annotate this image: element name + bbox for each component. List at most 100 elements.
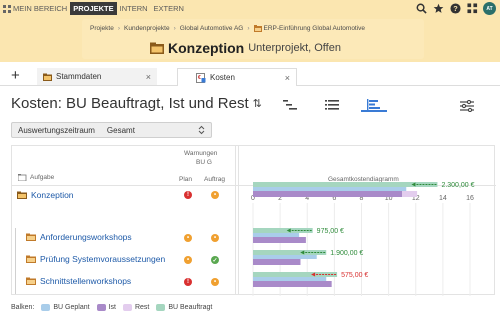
task-name-label: Anforderungsworkshops <box>40 232 132 242</box>
period-select-label: Auswertungszeitraum <box>18 125 95 135</box>
task-name[interactable]: Konzeption <box>17 190 74 200</box>
project-title-text: Konzeption <box>168 40 245 56</box>
view-gantt-button[interactable] <box>277 98 303 112</box>
list-view-icon <box>325 100 339 110</box>
col-task-header[interactable]: Aufgabe <box>18 174 54 181</box>
svg-text:?: ? <box>453 4 458 13</box>
view-bar-chart-button[interactable] <box>361 98 387 112</box>
auftrag-warning-icon: • <box>211 234 219 242</box>
tab-label: Stammdaten <box>56 72 102 81</box>
top-icons: ? AT <box>415 2 496 15</box>
breadcrumb-separator: › <box>117 25 121 32</box>
chart-unit-label: Tsd € <box>360 186 376 193</box>
legend-swatch <box>96 304 106 311</box>
task-name[interactable]: Anforderungsworkshops <box>26 232 132 242</box>
avatar[interactable]: AT <box>483 2 496 15</box>
report-title: Kosten: BU Beauftragt, Ist und Rest <box>11 95 249 112</box>
legend-label: BU Geplant <box>53 304 90 311</box>
folder-icon <box>43 73 52 81</box>
auftrag-warning-icon: • <box>211 191 219 199</box>
legend-swatch <box>156 304 166 311</box>
col-warnings-header: Warnungen <box>184 150 218 157</box>
plan-warning-icon: • <box>184 234 192 242</box>
folder-icon <box>17 191 27 199</box>
table-row[interactable]: Prüfung Systemvoraussetzungen • ✓ <box>12 250 235 272</box>
col-task-label: Aufgabe <box>30 174 55 181</box>
col-auftrag-header[interactable]: Auftrag <box>204 176 225 183</box>
view-list-button[interactable] <box>319 98 345 112</box>
table-row[interactable]: Schnittstellenworkshops ! • <box>12 272 235 294</box>
legend-item: BU Beauftragt <box>156 304 212 311</box>
column-divider <box>235 146 236 294</box>
tab-stammdaten[interactable]: Stammdaten × <box>37 68 157 85</box>
bar-chart-view-icon <box>367 98 380 110</box>
chart-legend: Balken: BU Geplant Ist Rest BU Beauftrag… <box>11 304 212 311</box>
svg-text:€: € <box>198 75 201 81</box>
breadcrumb-trail: Projekte › Kundenprojekte › Global Autom… <box>90 25 365 32</box>
plan-warning-icon: ! <box>184 278 192 286</box>
tab-label: Kosten <box>210 73 235 82</box>
legend-item: BU Geplant <box>41 304 90 311</box>
add-tab-button[interactable]: + <box>11 68 20 83</box>
breadcrumb-item[interactable]: Kundenprojekte <box>124 25 170 32</box>
breadcrumb-separator: › <box>173 25 176 32</box>
cost-report-icon: € <box>196 72 206 83</box>
breadcrumb-item[interactable]: Global Automotive AG <box>180 25 244 32</box>
close-icon[interactable]: × <box>285 73 290 83</box>
legend-item: Ist <box>96 304 116 311</box>
main-nav: MEIN BEREICH PROJEKTE INTERN EXTERN <box>0 0 187 17</box>
nav-label: MEIN BEREICH <box>13 4 68 13</box>
folder-open-icon <box>18 174 27 181</box>
legend-prefix: Balken: <box>11 304 35 311</box>
close-icon[interactable]: × <box>146 72 151 82</box>
tab-kosten[interactable]: € Kosten × <box>177 68 297 86</box>
nav-extern[interactable]: EXTERN <box>151 2 187 15</box>
gantt-view-icon <box>283 100 297 110</box>
settings-sliders-icon[interactable] <box>460 100 474 112</box>
task-name-label: Schnittstellenworkshops <box>40 276 132 286</box>
table-row[interactable]: Konzeption ! • <box>12 186 235 208</box>
nav-intern[interactable]: INTERN <box>117 2 151 15</box>
chevron-updown-icon <box>198 125 205 137</box>
nav-label: EXTERN <box>153 4 184 13</box>
task-name-label: Konzeption <box>31 190 74 200</box>
apps-icon[interactable] <box>466 3 478 15</box>
legend-swatch <box>41 304 51 311</box>
table-header: Warnungen BU G Aufgabe Plan Auftrag Gesa… <box>12 146 496 186</box>
breadcrumb-item[interactable]: Projekte <box>90 25 114 32</box>
nav-mein-bereich[interactable]: MEIN BEREICH <box>0 2 70 15</box>
task-icon <box>26 277 36 285</box>
task-icon <box>26 255 36 263</box>
col-bu-g-header: BU G <box>196 159 212 166</box>
sort-icon[interactable]: ⇅ <box>253 97 262 110</box>
plan-warning-icon: ! <box>184 191 192 199</box>
period-select[interactable]: Auswertungszeitraum Gesamt <box>11 122 212 138</box>
page-title: Konzeption Unterprojekt, Offen <box>150 40 341 56</box>
period-select-value: Gesamt <box>106 125 135 135</box>
task-name[interactable]: Prüfung Systemvoraussetzungen <box>26 254 165 264</box>
report-heading: Kosten: BU Beauftragt, Ist und Rest ⇅ <box>11 95 262 112</box>
col-plan-header[interactable]: Plan <box>179 176 192 183</box>
table-row[interactable]: Anforderungsworkshops • • <box>12 228 235 250</box>
task-name[interactable]: Schnittstellenworkshops <box>26 276 131 286</box>
view-switcher <box>277 98 387 112</box>
breadcrumb: Projekte › Kundenprojekte › Global Autom… <box>82 19 424 59</box>
auftrag-warning-icon: • <box>211 278 219 286</box>
project-subtitle: Unterprojekt, Offen <box>248 42 341 54</box>
breadcrumb-separator: › <box>247 25 250 32</box>
tree-line <box>15 272 16 294</box>
nav-label: PROJEKTE <box>73 4 114 13</box>
folder-icon <box>150 42 164 54</box>
help-icon[interactable]: ? <box>449 3 461 15</box>
tab-bar: + Stammdaten × € Kosten × <box>0 66 500 86</box>
star-icon[interactable] <box>432 3 444 15</box>
legend-label: Ist <box>108 304 116 311</box>
auftrag-ok-icon: ✓ <box>211 256 219 264</box>
breadcrumb-item-project[interactable]: ERP-Einführung Global Automotive <box>253 25 365 32</box>
search-icon[interactable] <box>415 3 427 15</box>
legend-item: Rest <box>122 304 150 311</box>
nav-projekte[interactable]: PROJEKTE <box>70 2 117 15</box>
grid-icon <box>3 4 11 13</box>
column-divider <box>238 146 239 294</box>
legend-label: Rest <box>134 304 150 311</box>
